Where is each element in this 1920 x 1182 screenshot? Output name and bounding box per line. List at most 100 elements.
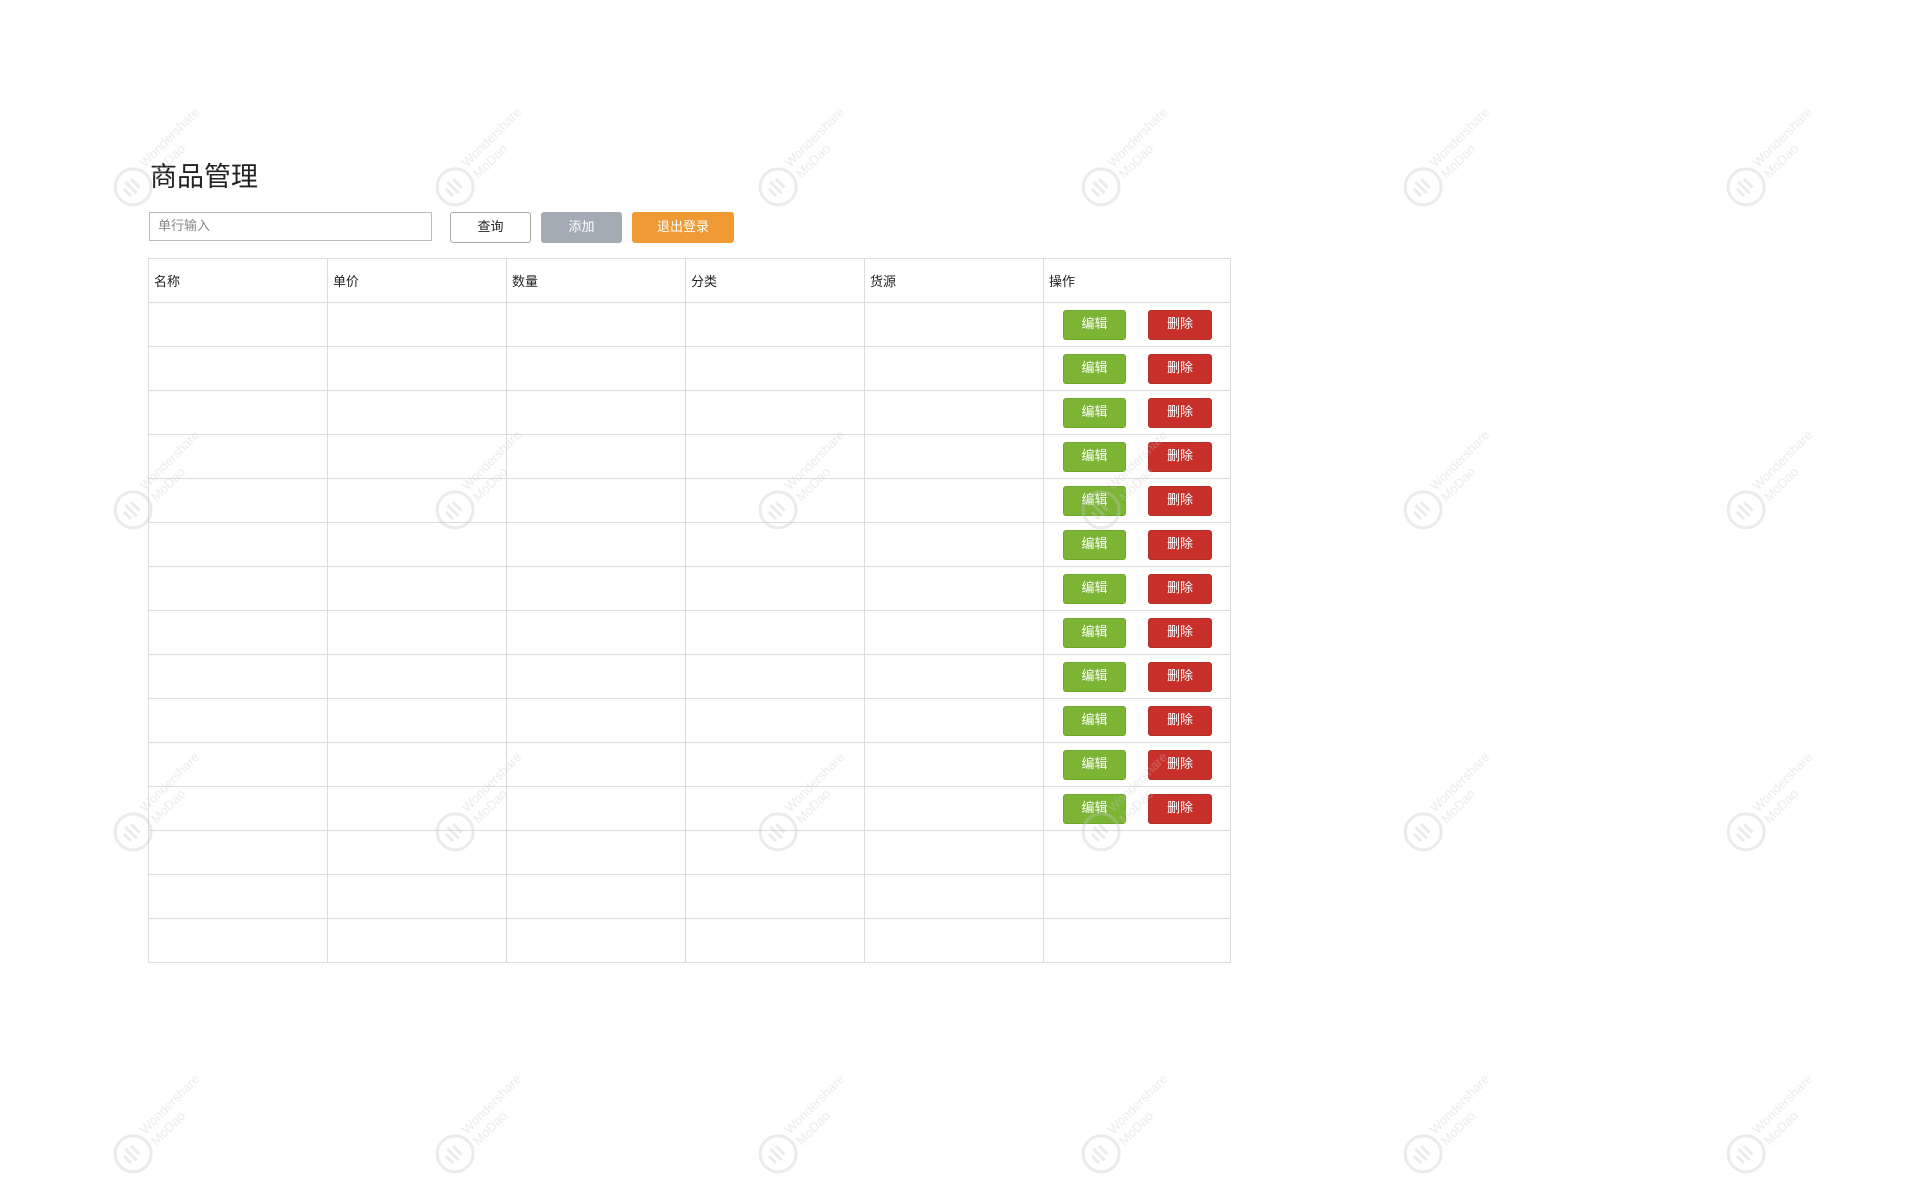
delete-button[interactable]: 删除: [1148, 309, 1212, 340]
cell-name: [148, 830, 328, 875]
logout-button[interactable]: 退出登录: [632, 212, 734, 243]
svg-text:MoDao: MoDao: [1761, 464, 1801, 504]
cell-name: [148, 786, 328, 831]
cell-name: [148, 346, 328, 391]
search-input[interactable]: [149, 212, 432, 241]
edit-button[interactable]: 编辑: [1063, 309, 1126, 340]
cell-quantity: [506, 302, 686, 347]
table-row: 编辑 删除: [148, 346, 1231, 391]
edit-button[interactable]: 编辑: [1063, 397, 1126, 428]
watermark-logo-icon: Wondershare MoDao: [1390, 428, 1500, 530]
watermark-logo-icon: Wondershare MoDao: [100, 1072, 210, 1174]
watermark-logo-icon: Wondershare MoDao: [1713, 105, 1823, 207]
edit-button[interactable]: 编辑: [1063, 661, 1126, 692]
edit-button[interactable]: 编辑: [1063, 529, 1126, 560]
edit-button[interactable]: 编辑: [1063, 749, 1126, 780]
delete-button[interactable]: 删除: [1148, 793, 1212, 824]
cell-source: [864, 918, 1044, 963]
watermark-logo-icon: Wondershare MoDao: [100, 105, 210, 207]
svg-text:MoDao: MoDao: [1761, 141, 1801, 181]
cell-source: [864, 698, 1044, 743]
svg-text:Wondershare: Wondershare: [1427, 105, 1493, 170]
cell-price: [327, 830, 507, 875]
svg-text:Wondershare: Wondershare: [1750, 428, 1816, 493]
cell-name: [148, 302, 328, 347]
cell-name: [148, 434, 328, 479]
table-row: 编辑 删除: [148, 610, 1231, 655]
cell-category: [685, 698, 865, 743]
delete-button[interactable]: 删除: [1148, 441, 1212, 472]
cell-actions: 编辑 删除: [1043, 566, 1231, 611]
svg-text:Wondershare: Wondershare: [1105, 1072, 1171, 1137]
delete-button[interactable]: 删除: [1148, 353, 1212, 384]
table-row: 编辑 删除: [148, 434, 1231, 479]
column-header-quantity: 数量: [506, 258, 686, 303]
cell-price: [327, 434, 507, 479]
cell-price: [327, 654, 507, 699]
svg-text:MoDao: MoDao: [148, 1108, 188, 1148]
cell-category: [685, 434, 865, 479]
page-title: 商品管理: [150, 162, 258, 193]
edit-button[interactable]: 编辑: [1063, 485, 1126, 516]
edit-button[interactable]: 编辑: [1063, 617, 1126, 648]
delete-button[interactable]: 删除: [1148, 397, 1212, 428]
cell-name: [148, 742, 328, 787]
edit-button[interactable]: 编辑: [1063, 793, 1126, 824]
cell-price: [327, 610, 507, 655]
edit-button[interactable]: 编辑: [1063, 705, 1126, 736]
cell-source: [864, 654, 1044, 699]
cell-name: [148, 478, 328, 523]
add-button[interactable]: 添加: [541, 212, 622, 243]
cell-actions: 编辑 删除: [1043, 390, 1231, 435]
delete-button[interactable]: 删除: [1148, 529, 1212, 560]
cell-name: [148, 698, 328, 743]
table-row: 编辑 删除: [148, 786, 1231, 831]
svg-text:Wondershare: Wondershare: [1750, 105, 1816, 170]
cell-quantity: [506, 874, 686, 919]
cell-category: [685, 918, 865, 963]
svg-text:MoDao: MoDao: [1438, 464, 1478, 504]
cell-name: [148, 522, 328, 567]
svg-text:MoDao: MoDao: [1761, 1108, 1801, 1148]
delete-button[interactable]: 删除: [1148, 573, 1212, 604]
cell-quantity: [506, 610, 686, 655]
cell-price: [327, 478, 507, 523]
cell-category: [685, 610, 865, 655]
cell-source: [864, 610, 1044, 655]
cell-actions: 编辑 删除: [1043, 478, 1231, 523]
cell-category: [685, 390, 865, 435]
cell-name: [148, 390, 328, 435]
delete-button[interactable]: 删除: [1148, 749, 1212, 780]
query-button[interactable]: 查询: [450, 212, 531, 243]
watermark-logo-icon: Wondershare MoDao: [1713, 1072, 1823, 1174]
delete-button[interactable]: 删除: [1148, 617, 1212, 648]
svg-text:MoDao: MoDao: [1116, 141, 1156, 181]
svg-text:MoDao: MoDao: [1116, 1108, 1156, 1148]
cell-quantity: [506, 566, 686, 611]
cell-name: [148, 654, 328, 699]
svg-text:MoDao: MoDao: [1761, 786, 1801, 826]
column-header-category: 分类: [685, 258, 865, 303]
delete-button[interactable]: 删除: [1148, 485, 1212, 516]
cell-price: [327, 698, 507, 743]
table-row: [148, 874, 1231, 919]
edit-button[interactable]: 编辑: [1063, 353, 1126, 384]
delete-button[interactable]: 删除: [1148, 705, 1212, 736]
cell-category: [685, 522, 865, 567]
cell-name: [148, 918, 328, 963]
svg-text:Wondershare: Wondershare: [459, 1072, 525, 1137]
delete-button[interactable]: 删除: [1148, 661, 1212, 692]
table-row: 编辑 删除: [148, 742, 1231, 787]
edit-button[interactable]: 编辑: [1063, 441, 1126, 472]
cell-quantity: [506, 522, 686, 567]
cell-actions: 编辑 删除: [1043, 522, 1231, 567]
edit-button[interactable]: 编辑: [1063, 573, 1126, 604]
cell-quantity: [506, 698, 686, 743]
cell-price: [327, 302, 507, 347]
column-header-name: 名称: [148, 258, 328, 303]
cell-actions: 编辑 删除: [1043, 434, 1231, 479]
cell-actions: 编辑 删除: [1043, 742, 1231, 787]
svg-text:MoDao: MoDao: [1438, 1108, 1478, 1148]
cell-name: [148, 874, 328, 919]
cell-price: [327, 390, 507, 435]
